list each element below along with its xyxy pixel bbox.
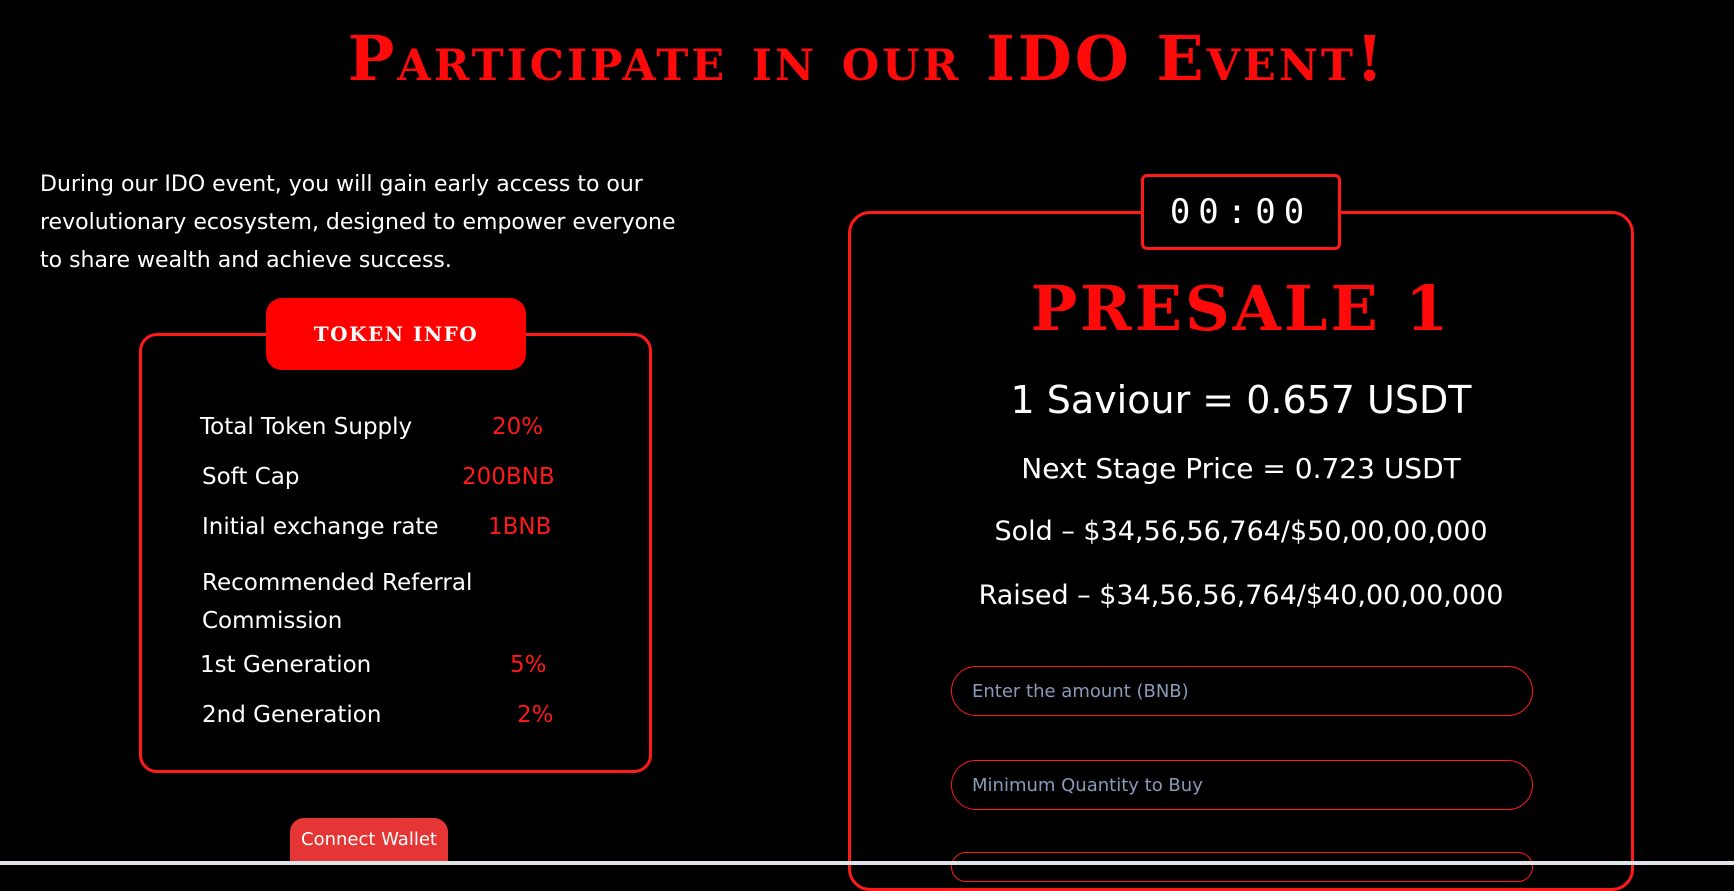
token-info-tab: TOKEN INFO — [266, 298, 526, 370]
connect-wallet-button[interactable]: Connect Wallet — [290, 818, 448, 865]
next-stage-price: Next Stage Price = 0.723 USDT — [1021, 452, 1461, 485]
countdown-timer: 00:00 — [1141, 174, 1341, 250]
presale-title: PRESALE 1 — [1030, 272, 1452, 345]
token-label-total-supply: Total Token Supply — [200, 414, 413, 440]
min-quantity-input[interactable] — [951, 760, 1533, 810]
token-label-2nd-gen: 2nd Generation — [202, 702, 382, 728]
raised-amount: Raised – $34,56,56,764/$40,00,00,000 — [978, 580, 1504, 611]
ido-intro-text: During our IDO event, you will gain earl… — [40, 172, 676, 273]
token-label-1st-gen: 1st Generation — [200, 652, 372, 678]
token-value-2nd-gen: 2% — [517, 702, 554, 728]
token-value-soft-cap: 200BNB — [462, 464, 555, 490]
token-label-exchange-rate: Initial exchange rate — [202, 514, 439, 540]
token-label-referral: Recommended Referral Commission — [202, 570, 473, 634]
token-value-total-supply: 20% — [492, 414, 544, 440]
sold-amount: Sold – $34,56,56,764/$50,00,00,000 — [994, 516, 1488, 547]
bottom-edge-bar — [0, 861, 1734, 865]
amount-bnb-input[interactable] — [951, 666, 1533, 716]
third-input-partial[interactable] — [951, 852, 1533, 882]
token-label-soft-cap: Soft Cap — [202, 464, 300, 490]
token-value-exchange-rate: 1BNB — [488, 514, 552, 540]
token-value-1st-gen: 5% — [510, 652, 547, 678]
token-price: 1 Saviour = 0.657 USDT — [1010, 378, 1472, 422]
page-title: Participate in our IDO Event! — [347, 22, 1387, 95]
